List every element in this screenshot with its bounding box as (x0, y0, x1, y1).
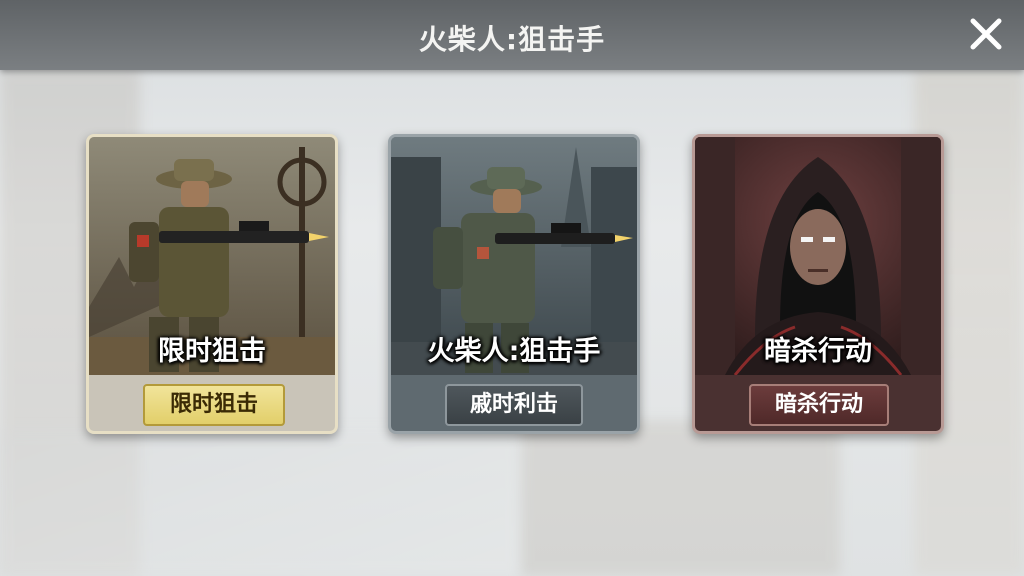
page-title: 火柴人:狙击手 (418, 23, 606, 56)
card-art-soldier-city: 火柴人:狙击手 (391, 137, 637, 375)
mode-card-timed-sniper[interactable]: 限时狙击 限时狙击 (86, 134, 338, 434)
close-button[interactable] (966, 14, 1006, 54)
mode-button-assassination[interactable]: 暗杀行动 (749, 384, 889, 426)
header-bar: 火柴人:狙击手 (0, 0, 1024, 70)
mode-card-assassination[interactable]: 暗杀行动 暗杀行动 (692, 134, 944, 434)
background-crate (520, 420, 840, 576)
mode-button-timed-sniper[interactable]: 限时狙击 (143, 384, 285, 426)
card-art-soldier-desert: 限时狙击 (89, 137, 335, 375)
card-art-hooded-assassin: 暗杀行动 (695, 137, 941, 375)
card-art-title: 火柴人:狙击手 (427, 336, 601, 367)
card-art-title: 暗杀行动 (764, 336, 872, 367)
background-floor (0, 430, 520, 576)
close-icon (970, 18, 1002, 50)
card-art-title: 限时狙击 (158, 336, 266, 367)
mode-card-stickman-sniper[interactable]: 火柴人:狙击手 戚时利击 (388, 134, 640, 434)
mode-button-stickman-sniper[interactable]: 戚时利击 (445, 384, 583, 426)
